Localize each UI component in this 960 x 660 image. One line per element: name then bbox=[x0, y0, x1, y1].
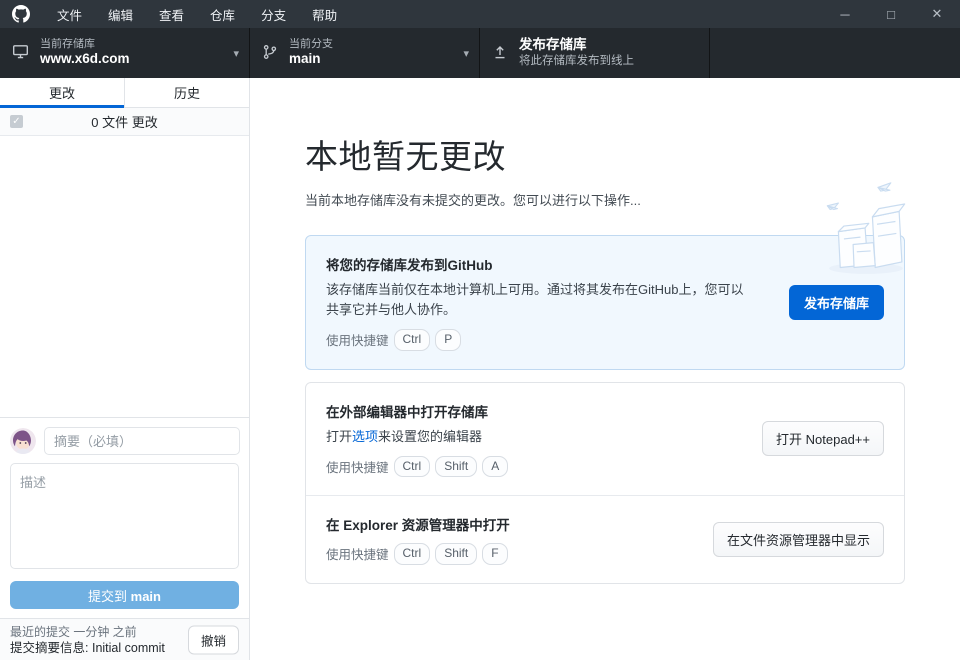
repository-label: 当前存储库 bbox=[40, 38, 130, 52]
shortcut-label: 使用快捷键 bbox=[326, 330, 389, 349]
key-p: P bbox=[435, 329, 461, 350]
commit-description-input[interactable] bbox=[10, 463, 239, 569]
menu-file[interactable]: 文件 bbox=[44, 0, 95, 28]
select-all-checkbox[interactable]: ✓ bbox=[10, 115, 23, 128]
close-icon[interactable]: ✕ bbox=[914, 0, 960, 28]
branch-info: 当前分支 main bbox=[289, 38, 333, 69]
branch-label: 当前分支 bbox=[289, 38, 333, 52]
recent-commit-summary-label: 提交摘要信息: bbox=[10, 641, 88, 655]
shortcut-label: 使用快捷键 bbox=[326, 544, 389, 563]
open-explorer-row: 在 Explorer 资源管理器中打开 使用快捷键 Ctrl Shift F 在… bbox=[306, 495, 904, 582]
publish-card-content: 将您的存储库发布到GitHub 该存储库当前仅在本地计算机上可用。通过将其发布在… bbox=[326, 254, 767, 351]
boxes-illustration bbox=[820, 178, 912, 276]
repository-name: www.x6d.com bbox=[40, 51, 130, 68]
titlebar: 文件 编辑 查看 仓库 分支 帮助 ─ □ ✕ bbox=[0, 0, 960, 28]
open-actions-card: 在外部编辑器中打开存储库 打开选项来设置您的编辑器 使用快捷键 Ctrl Shi… bbox=[305, 382, 905, 584]
toolbar-spacer bbox=[710, 28, 960, 78]
tab-changes[interactable]: 更改 bbox=[0, 78, 124, 107]
open-editor-shortcut: 使用快捷键 Ctrl Shift A bbox=[326, 456, 740, 477]
open-editor-title: 在外部编辑器中打开存储库 bbox=[326, 401, 740, 421]
menu-branch[interactable]: 分支 bbox=[248, 0, 299, 28]
open-editor-content: 在外部编辑器中打开存储库 打开选项来设置您的编辑器 使用快捷键 Ctrl Shi… bbox=[326, 401, 740, 478]
repository-info: 当前存储库 www.x6d.com bbox=[40, 38, 130, 69]
key-a: A bbox=[482, 456, 508, 477]
github-desktop-window: 文件 编辑 查看 仓库 分支 帮助 ─ □ ✕ 当前存储库 www.x6d.co… bbox=[0, 0, 960, 660]
commit-summary-input[interactable] bbox=[44, 427, 240, 455]
file-summary-row: ✓ 0 文件 更改 bbox=[0, 108, 249, 136]
upload-icon bbox=[492, 44, 508, 63]
recent-commit-section: 最近的提交 一分钟 之前 提交摘要信息: Initial commit 撤销 bbox=[0, 618, 249, 660]
key-shift: Shift bbox=[435, 456, 477, 477]
key-ctrl: Ctrl bbox=[394, 456, 431, 477]
sidebar-tabs: 更改 历史 bbox=[0, 78, 249, 108]
key-ctrl: Ctrl bbox=[394, 543, 431, 564]
file-summary-text: 0 文件 更改 bbox=[23, 112, 239, 131]
window-controls: ─ □ ✕ bbox=[822, 0, 960, 28]
shortcut-label: 使用快捷键 bbox=[326, 457, 389, 476]
key-ctrl: Ctrl bbox=[394, 329, 431, 350]
open-editor-body: 打开选项来设置您的编辑器 bbox=[326, 427, 740, 447]
branch-name: main bbox=[289, 51, 333, 68]
main-content: 本地暂无更改 当前本地存储库没有未提交的更改。您可以进行以下操作... 将您的存… bbox=[250, 78, 960, 660]
open-editor-body-suffix: 来设置您的编辑器 bbox=[378, 429, 482, 444]
commit-form: 提交到 main bbox=[0, 417, 249, 618]
open-editor-button[interactable]: 打开 Notepad++ bbox=[762, 421, 884, 456]
current-repository-dropdown[interactable]: 当前存储库 www.x6d.com ▾ bbox=[0, 28, 250, 78]
menu-bar: 文件 编辑 查看 仓库 分支 帮助 bbox=[44, 0, 350, 28]
open-explorer-content: 在 Explorer 资源管理器中打开 使用快捷键 Ctrl Shift F bbox=[326, 514, 691, 564]
toolbar: 当前存储库 www.x6d.com ▾ 当前分支 main ▾ bbox=[0, 28, 960, 78]
open-editor-body-prefix: 打开 bbox=[326, 429, 352, 444]
publish-card-body: 该存储库当前仅在本地计算机上可用。通过将其发布在GitHub上，您可以共享它并与… bbox=[326, 280, 756, 320]
key-f: F bbox=[482, 543, 507, 564]
avatar bbox=[10, 428, 36, 454]
suggested-actions: 将您的存储库发布到GitHub 该存储库当前仅在本地计算机上可用。通过将其发布在… bbox=[305, 235, 905, 584]
key-shift: Shift bbox=[435, 543, 477, 564]
open-explorer-shortcut: 使用快捷键 Ctrl Shift F bbox=[326, 543, 691, 564]
options-link[interactable]: 选项 bbox=[352, 429, 378, 444]
publish-shortcut: 使用快捷键 Ctrl P bbox=[326, 329, 767, 350]
changed-files-list bbox=[0, 136, 249, 417]
commit-button-branch: main bbox=[131, 589, 161, 604]
show-in-explorer-button[interactable]: 在文件资源管理器中显示 bbox=[713, 522, 884, 557]
open-editor-row: 在外部编辑器中打开存储库 打开选项来设置您的编辑器 使用快捷键 Ctrl Shi… bbox=[306, 383, 904, 496]
publish-title: 发布存储库 bbox=[519, 37, 634, 54]
undo-button[interactable]: 撤销 bbox=[188, 625, 239, 654]
open-explorer-title: 在 Explorer 资源管理器中打开 bbox=[326, 514, 691, 534]
git-branch-icon bbox=[262, 44, 278, 63]
current-branch-dropdown[interactable]: 当前分支 main ▾ bbox=[250, 28, 480, 78]
publish-info: 发布存储库 将此存储库发布到线上 bbox=[519, 37, 634, 68]
menu-view[interactable]: 查看 bbox=[146, 0, 197, 28]
sidebar: 更改 历史 ✓ 0 文件 更改 bbox=[0, 78, 250, 660]
commit-button-prefix: 提交到 bbox=[88, 589, 131, 604]
publish-subtitle: 将此存储库发布到线上 bbox=[519, 54, 634, 68]
commit-button[interactable]: 提交到 main bbox=[10, 581, 239, 609]
empty-state-subtitle: 当前本地存储库没有未提交的更改。您可以进行以下操作... bbox=[305, 190, 905, 209]
computer-icon bbox=[12, 43, 29, 63]
publish-card-title: 将您的存储库发布到GitHub bbox=[326, 254, 767, 274]
publish-card: 将您的存储库发布到GitHub 该存储库当前仅在本地计算机上可用。通过将其发布在… bbox=[305, 235, 905, 370]
recent-commit-summary-value: Initial commit bbox=[92, 641, 165, 655]
menu-repository[interactable]: 仓库 bbox=[197, 0, 248, 28]
menu-edit[interactable]: 编辑 bbox=[95, 0, 146, 28]
empty-state-title: 本地暂无更改 bbox=[305, 130, 905, 178]
minimize-icon[interactable]: ─ bbox=[822, 0, 868, 28]
publish-repository-button[interactable]: 发布存储库 bbox=[789, 285, 884, 320]
chevron-down-icon: ▾ bbox=[455, 47, 469, 60]
app-body: 更改 历史 ✓ 0 文件 更改 bbox=[0, 78, 960, 660]
menu-help[interactable]: 帮助 bbox=[299, 0, 350, 28]
publish-repository-toolbar-button[interactable]: 发布存储库 将此存储库发布到线上 bbox=[480, 28, 710, 78]
github-logo-icon bbox=[12, 5, 30, 23]
maximize-icon[interactable]: □ bbox=[868, 0, 914, 28]
commit-summary-row bbox=[10, 427, 239, 455]
chevron-down-icon: ▾ bbox=[225, 47, 239, 60]
tab-history[interactable]: 历史 bbox=[124, 78, 249, 107]
